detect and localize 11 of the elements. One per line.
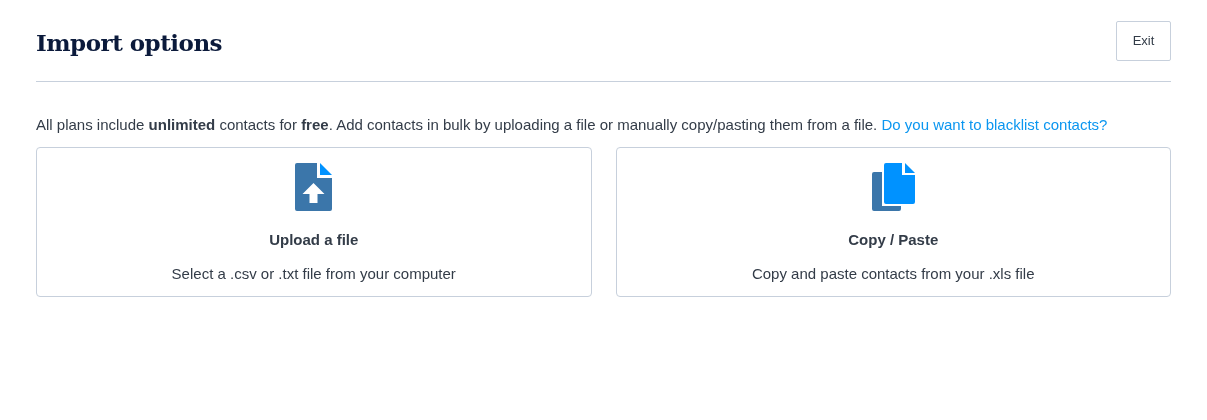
option-title: Copy / Paste — [848, 230, 939, 250]
file-upload-icon — [295, 163, 333, 211]
page-title: Import options — [36, 28, 223, 58]
import-option-card[interactable]: Upload a file Select a .csv or .txt file from your computer — [36, 147, 592, 297]
copy-icon — [871, 163, 915, 211]
intro-text: All plans include unlimited contacts for free. Add contacts in bulk by uploading a file or manually copy/pasting them from a file. Do you want to blacklist contacts? — [36, 115, 1109, 135]
exit-button[interactable]: Exit — [1116, 21, 1171, 61]
option-description: Select a .csv or .txt file from your computer — [171, 263, 456, 284]
option-title: Upload a file — [269, 230, 359, 250]
option-description: Copy and paste contacts from your .xls file — [751, 263, 1035, 284]
import-option-card[interactable]: Copy / Paste Copy and paste contacts from your .xls file — [615, 147, 1171, 297]
